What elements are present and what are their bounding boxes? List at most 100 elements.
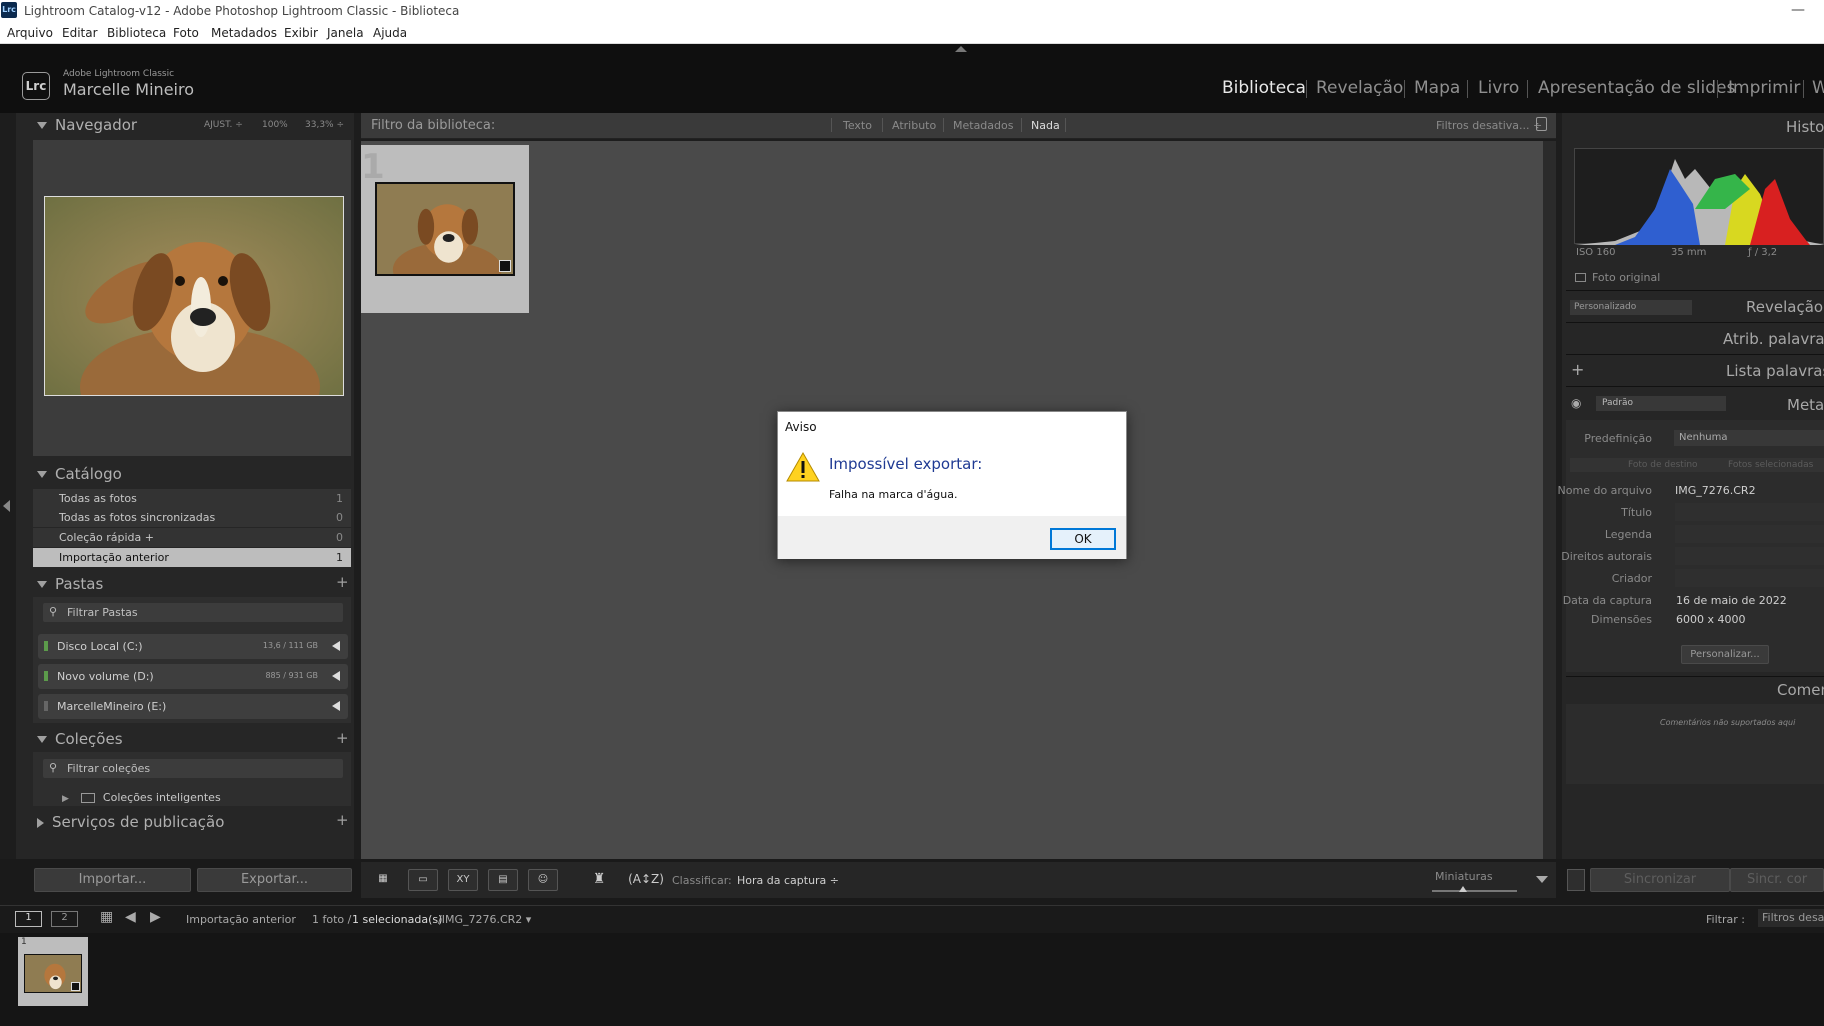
menu-arquivo[interactable]: Arquivo	[7, 26, 53, 40]
sort-direction-icon[interactable]: (A↕Z)	[628, 869, 664, 891]
eye-icon[interactable]: ◉	[1571, 396, 1581, 410]
menu-editar[interactable]: Editar	[62, 26, 98, 40]
add-publish-service-icon[interactable]: +	[336, 811, 349, 829]
zoom-100[interactable]: 100%	[262, 120, 288, 130]
publish-services-header[interactable]: Serviços de publicação	[37, 813, 224, 831]
drive-e[interactable]: MarcelleMineiro (E:)	[38, 694, 348, 719]
expand-arrow-icon[interactable]	[332, 671, 340, 681]
quick-develop-preset-select[interactable]: Personalizado	[1570, 300, 1692, 315]
window-2-button[interactable]: 2	[51, 911, 78, 927]
forward-arrow-icon[interactable]: ▶	[150, 909, 161, 925]
grid-view-icon[interactable]: ▦	[368, 869, 398, 891]
module-mapa[interactable]: Mapa	[1414, 78, 1460, 98]
folders-search[interactable]: ⚲ Filtrar Pastas	[43, 603, 343, 622]
customize-button[interactable]: Personalizar...	[1681, 645, 1769, 664]
zoom-fit[interactable]: AJUST. ÷	[204, 120, 243, 130]
filmstrip-cell-selected[interactable]: 1	[18, 937, 88, 1006]
back-arrow-icon[interactable]: ◀	[125, 909, 136, 925]
sync-button[interactable]: Sincronizar	[1590, 868, 1730, 892]
metadata-title[interactable]: Meta	[1787, 396, 1824, 414]
quick-develop-title[interactable]: Revelação r	[1746, 298, 1824, 316]
filmstrip-filter-select[interactable]: Filtros desat	[1758, 909, 1824, 927]
field-input-creator[interactable]	[1675, 569, 1824, 587]
expand-arrow-icon[interactable]	[332, 701, 340, 711]
filmstrip-thumbnail[interactable]	[24, 954, 82, 993]
menu-metadados[interactable]: Metadados	[211, 26, 277, 40]
minimize-button[interactable]: —	[1788, 2, 1808, 20]
catalog-item-quick-collection[interactable]: Coleção rápida + 0	[33, 528, 351, 547]
menu-foto[interactable]: Foto	[173, 26, 199, 40]
selected-photos-option[interactable]: Fotos selecionadas	[1728, 460, 1813, 470]
drive-d[interactable]: Novo volume (D:) 885 / 931 GB	[38, 664, 348, 689]
lock-icon[interactable]	[1536, 117, 1547, 131]
target-photo-option[interactable]: Foto de destino	[1628, 460, 1698, 470]
catalog-item-all-photos[interactable]: Todas as fotos 1	[33, 489, 351, 508]
grid-view-icon[interactable]: ▦	[100, 909, 113, 925]
toolbar-menu-icon[interactable]	[1536, 876, 1548, 883]
keyword-list-title[interactable]: Lista palavras-c	[1726, 362, 1824, 380]
add-keyword-icon[interactable]: +	[1571, 360, 1584, 379]
module-livro[interactable]: Livro	[1478, 78, 1519, 98]
filmstrip-source[interactable]: Importação anterior	[186, 913, 296, 926]
module-web[interactable]: W	[1812, 78, 1824, 98]
histogram-title[interactable]: Histog	[1786, 118, 1824, 136]
thumbnail-size-slider[interactable]	[1432, 890, 1517, 892]
loupe-view-icon[interactable]: ▭	[408, 869, 438, 891]
collections-search[interactable]: ⚲ Filtrar coleções	[43, 759, 343, 778]
add-collection-icon[interactable]: +	[336, 729, 349, 747]
painter-spray-icon[interactable]: ♜	[584, 869, 614, 891]
drive-c[interactable]: Disco Local (C:) 13,6 / 111 GB	[38, 634, 348, 659]
collections-header[interactable]: Coleções	[37, 730, 123, 748]
preset-select[interactable]: Nenhuma	[1674, 430, 1824, 446]
export-button[interactable]: Exportar...	[197, 868, 352, 892]
field-value-filename[interactable]: IMG_7276.CR2	[1675, 484, 1756, 497]
window-1-button[interactable]: 1	[15, 911, 42, 927]
grid-cell-selected[interactable]: 1	[361, 145, 529, 313]
field-input-title[interactable]	[1675, 503, 1824, 521]
import-button[interactable]: Importar...	[34, 868, 191, 892]
filter-tab-attribute[interactable]: Atributo	[892, 119, 936, 132]
folders-header[interactable]: Pastas	[37, 575, 103, 593]
module-biblioteca[interactable]: Biblioteca	[1222, 78, 1306, 98]
filter-tab-none[interactable]: Nada	[1031, 119, 1060, 132]
catalog-header[interactable]: Catálogo	[37, 465, 122, 483]
people-view-icon[interactable]: ☺	[528, 869, 558, 891]
sync-switch-icon[interactable]	[1567, 869, 1585, 891]
catalog-item-previous-import[interactable]: Importação anterior 1	[33, 548, 351, 567]
add-folder-icon[interactable]: +	[336, 573, 349, 591]
catalog-item-synced[interactable]: Todas as fotos sincronizadas 0	[33, 508, 351, 527]
smart-collections-item[interactable]: ▶ Coleções inteligentes	[62, 791, 221, 804]
expand-arrow-icon[interactable]	[332, 641, 340, 651]
module-revelacao[interactable]: Revelação	[1316, 78, 1403, 98]
ok-button[interactable]: OK	[1050, 528, 1116, 550]
collapse-top-panel-icon[interactable]	[955, 46, 967, 52]
sort-select[interactable]: Hora da captura ÷	[737, 874, 839, 887]
target-selector[interactable]: Foto de destino Fotos selecionadas	[1570, 458, 1824, 472]
filmstrip-file[interactable]: /IMG_7276.CR2 ▾	[438, 913, 531, 926]
original-photo-checkbox[interactable]	[1575, 273, 1586, 282]
navigator-preview-photo[interactable]	[44, 196, 344, 396]
menu-exibir[interactable]: Exibir	[284, 26, 318, 40]
menu-biblioteca[interactable]: Biblioteca	[107, 26, 166, 40]
sync-settings-button[interactable]: Sincr. cor	[1730, 868, 1824, 892]
grid-thumbnail[interactable]	[375, 182, 515, 276]
slider-thumb[interactable]	[1459, 886, 1467, 892]
menu-janela[interactable]: Janela	[327, 26, 364, 40]
keywording-title[interactable]: Atrib. palavras-c	[1723, 330, 1824, 348]
module-imprimir[interactable]: Imprimir	[1728, 78, 1800, 98]
filter-tab-text[interactable]: Texto	[843, 119, 872, 132]
field-input-caption[interactable]	[1675, 525, 1824, 543]
grid-scrollbar[interactable]	[1543, 141, 1556, 859]
navigator-header[interactable]: Navegador	[37, 116, 137, 134]
filter-tab-metadata[interactable]: Metadados	[953, 119, 1013, 132]
filter-presets-select[interactable]: Filtros desativa... ÷	[1436, 119, 1542, 132]
metadata-preset-select[interactable]: Padrão	[1596, 396, 1726, 411]
collapse-left-panel-icon[interactable]	[3, 500, 10, 512]
menu-ajuda[interactable]: Ajuda	[373, 26, 407, 40]
field-input-copyright[interactable]	[1675, 547, 1824, 565]
zoom-custom[interactable]: 33,3% ÷	[305, 120, 344, 130]
survey-view-icon[interactable]: ▤	[488, 869, 518, 891]
module-slides[interactable]: Apresentação de slides	[1538, 78, 1735, 98]
comments-title[interactable]: Comen	[1777, 681, 1824, 699]
compare-view-icon[interactable]: XY	[448, 869, 478, 891]
